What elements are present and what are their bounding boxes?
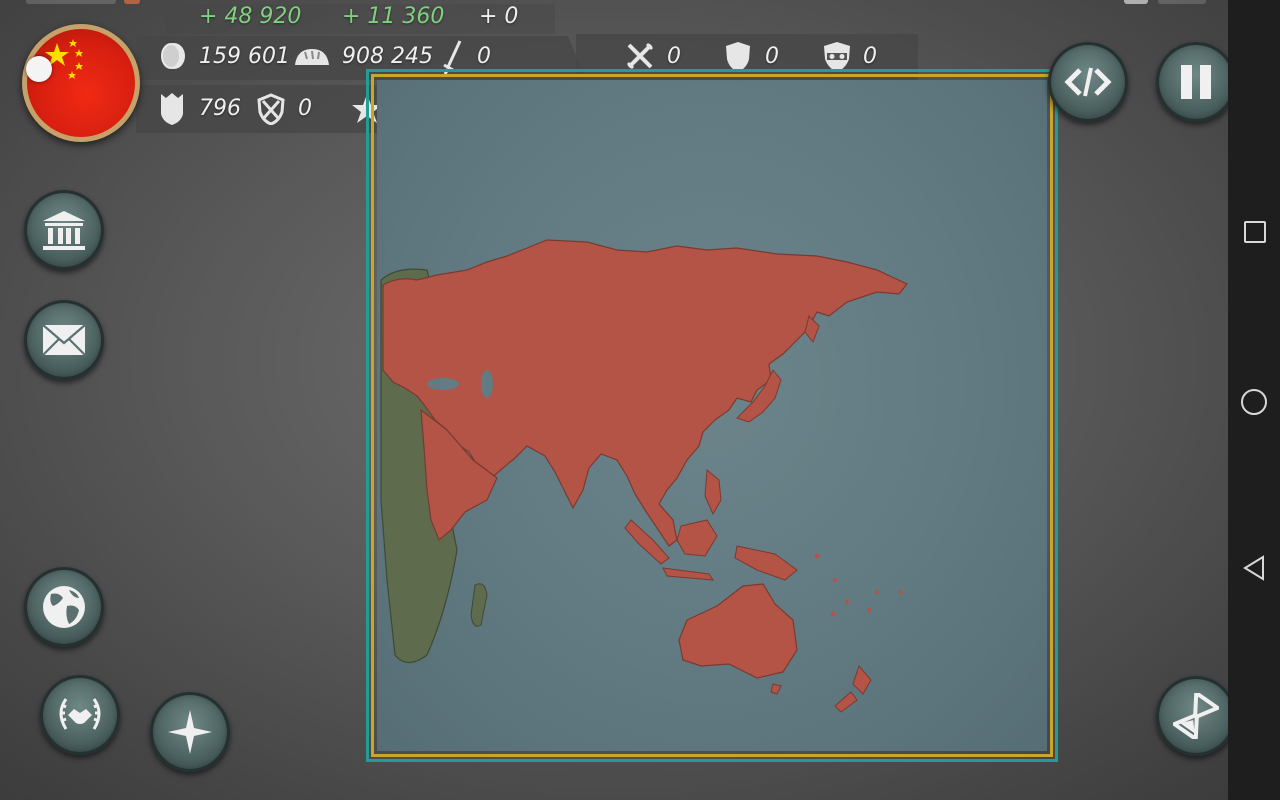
black-sea — [427, 378, 459, 390]
defense-value: 0 — [765, 44, 779, 69]
flag-stars — [45, 39, 83, 79]
envelope-icon — [42, 324, 86, 356]
handshake-laurel-icon — [59, 698, 101, 730]
spies-value: 0 — [863, 44, 877, 69]
government-button[interactable] — [24, 190, 104, 270]
navigation-button[interactable] — [150, 692, 230, 772]
home-icon[interactable] — [1241, 389, 1267, 415]
pause-icon — [1181, 65, 1211, 99]
world-view-button[interactable] — [24, 567, 104, 647]
messages-button[interactable] — [24, 300, 104, 380]
recents-icon[interactable] — [1244, 221, 1266, 243]
food-delta: + 11 360 — [342, 4, 445, 29]
android-nav-bar — [1228, 0, 1280, 800]
borneo-territory — [676, 519, 718, 557]
australia-territory — [678, 583, 798, 679]
helmet-icon — [158, 91, 186, 127]
globe-icon — [43, 586, 85, 628]
country-flag-button[interactable] — [22, 24, 140, 142]
crossed-swords-icon — [624, 40, 656, 72]
diplomacy-value: 0 — [298, 96, 312, 121]
money-delta: + 48 920 — [199, 4, 302, 29]
map-sea — [377, 80, 1047, 751]
end-turn-button[interactable] — [1156, 676, 1236, 756]
weapons-value: 0 — [477, 44, 491, 69]
china-flag — [27, 29, 135, 137]
new-zealand-territory — [834, 665, 872, 713]
compass-star-icon — [168, 710, 212, 754]
java-territory — [662, 567, 714, 581]
pause-button[interactable] — [1156, 42, 1236, 122]
museum-icon — [43, 211, 85, 250]
hourglass-icon — [1173, 693, 1219, 739]
food-value: 908 245 — [342, 44, 433, 69]
weapons-delta: + 0 — [479, 4, 519, 29]
philippines-territory — [704, 468, 722, 516]
notification-dot — [26, 56, 52, 82]
coin-icon — [158, 40, 188, 72]
bread-icon — [292, 44, 332, 70]
world-map[interactable] — [366, 69, 1058, 762]
attack-value: 0 — [667, 44, 681, 69]
madagascar — [470, 583, 488, 627]
troops-value: 796 — [199, 96, 241, 121]
code-toggle-button[interactable] — [1048, 42, 1128, 122]
crossed-badge-icon — [255, 92, 287, 126]
map-landmasses — [380, 239, 908, 713]
new-guinea-territory — [734, 545, 798, 581]
code-toggle-icon — [1064, 67, 1112, 97]
caspian-sea — [481, 370, 493, 398]
tasmania-territory — [770, 683, 782, 695]
back-icon[interactable] — [1242, 555, 1266, 581]
diplomacy-button[interactable] — [40, 675, 120, 755]
money-value: 159 601 — [199, 44, 290, 69]
